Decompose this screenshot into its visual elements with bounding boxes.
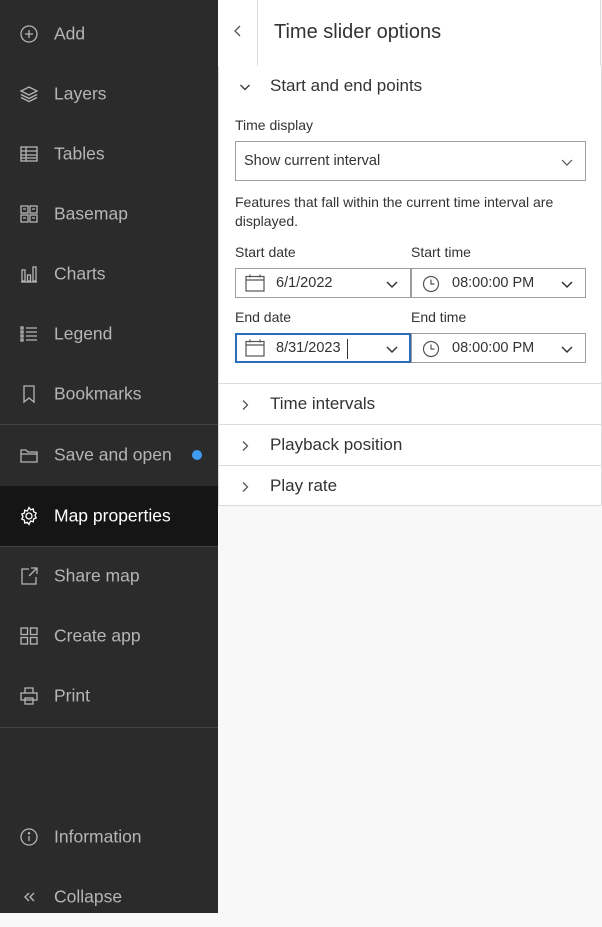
time-display-description: Features that fall within the current ti… bbox=[235, 194, 554, 229]
plus-circle-icon bbox=[19, 24, 39, 44]
sidebar-item-label: Print bbox=[54, 685, 90, 706]
sidebar-item-label: Bookmarks bbox=[54, 383, 142, 404]
sidebar-item-legend[interactable]: Legend bbox=[0, 304, 218, 364]
clock-icon bbox=[422, 340, 440, 363]
section-start-and-end-points[interactable]: Start and end points bbox=[219, 66, 601, 106]
end-time-label: End time bbox=[411, 309, 467, 325]
basemap-icon bbox=[19, 204, 39, 224]
sidebar-item-save-and-open[interactable]: Save and open bbox=[0, 425, 218, 485]
sidebar-item-label: Create app bbox=[54, 625, 141, 646]
sidebar-item-label: Charts bbox=[54, 263, 106, 284]
end-date-label: End date bbox=[235, 309, 292, 325]
printer-icon bbox=[19, 686, 39, 706]
time-slider-options-panel: Time slider options Start and end points… bbox=[218, 0, 602, 913]
chevron-right-icon bbox=[239, 480, 251, 492]
sidebar-divider bbox=[0, 727, 218, 728]
chevron-left-icon bbox=[232, 24, 244, 43]
sidebar-item-bookmarks[interactable]: Bookmarks bbox=[0, 364, 218, 424]
sidebar-item-charts[interactable]: Charts bbox=[0, 244, 218, 304]
sidebar-item-share-map[interactable]: Share map bbox=[0, 546, 218, 606]
start-time-value: 08:00:00 PM bbox=[452, 275, 535, 291]
sidebar-item-tables[interactable]: Tables bbox=[0, 124, 218, 184]
calendar-icon bbox=[245, 339, 265, 362]
folder-icon bbox=[19, 445, 39, 465]
time-display-value: Show current interval bbox=[244, 153, 381, 169]
panel-title: Time slider options bbox=[274, 21, 442, 43]
end-time-input[interactable]: 08:00:00 PM bbox=[411, 333, 586, 363]
section-title: Play rate bbox=[270, 476, 338, 495]
sidebar-item-label: Collapse bbox=[54, 886, 123, 907]
sidebar-item-print[interactable]: Print bbox=[0, 666, 218, 726]
sidebar-item-label: Information bbox=[54, 826, 142, 847]
section-playback-position[interactable]: Playback position bbox=[219, 425, 601, 465]
chevron-right-icon bbox=[239, 439, 251, 451]
grid-icon bbox=[19, 626, 39, 646]
section-time-intervals[interactable]: Time intervals bbox=[219, 384, 601, 424]
chevron-right-icon bbox=[239, 398, 251, 410]
end-date-input[interactable]: 8/31/2023 bbox=[235, 333, 411, 363]
text-cursor bbox=[347, 339, 348, 359]
bookmark-icon bbox=[19, 384, 39, 404]
section-play-rate[interactable]: Play rate bbox=[219, 466, 601, 506]
back-button[interactable] bbox=[218, 0, 258, 66]
start-date-input[interactable]: 6/1/2022 bbox=[235, 268, 411, 298]
time-display-select[interactable]: Show current interval bbox=[235, 141, 586, 181]
section-title: Playback position bbox=[270, 435, 403, 454]
layers-icon bbox=[19, 84, 39, 104]
calendar-icon bbox=[245, 274, 265, 297]
start-time-label: Start time bbox=[411, 244, 471, 260]
end-date-value: 8/31/2023 bbox=[276, 340, 341, 356]
info-icon bbox=[19, 827, 39, 847]
start-date-value: 6/1/2022 bbox=[276, 275, 333, 291]
sidebar-item-label: Save and open bbox=[54, 444, 172, 465]
chevron-down-icon bbox=[561, 277, 573, 289]
clock-icon bbox=[422, 275, 440, 298]
time-display-label: Time display bbox=[235, 117, 314, 133]
chevron-down-icon bbox=[561, 155, 573, 167]
double-chevron-left-icon bbox=[19, 887, 39, 907]
table-icon bbox=[19, 144, 39, 164]
section-title: Time intervals bbox=[270, 394, 376, 413]
sidebar-item-layers[interactable]: Layers bbox=[0, 64, 218, 124]
start-time-input[interactable]: 08:00:00 PM bbox=[411, 268, 586, 298]
sidebar-item-add[interactable]: Add bbox=[0, 4, 218, 64]
unsaved-indicator-dot bbox=[192, 450, 202, 460]
start-date-label: Start date bbox=[235, 244, 296, 260]
sidebar-item-create-app[interactable]: Create app bbox=[0, 606, 218, 666]
section-title: Start and end points bbox=[270, 76, 423, 95]
sidebar-item-label: Map properties bbox=[54, 505, 171, 526]
panel-header: Time slider options bbox=[218, 0, 601, 67]
chevron-down-icon bbox=[386, 342, 398, 354]
sidebar-item-label: Add bbox=[54, 23, 86, 44]
chevron-down-icon bbox=[561, 342, 573, 354]
end-time-value: 08:00:00 PM bbox=[452, 340, 535, 356]
sidebar-collapse-button[interactable]: Collapse bbox=[0, 867, 218, 927]
chart-icon bbox=[19, 264, 39, 284]
share-icon bbox=[19, 566, 39, 586]
sidebar-item-label: Layers bbox=[54, 83, 107, 104]
chevron-down-icon bbox=[239, 80, 251, 92]
sidebar-item-basemap[interactable]: Basemap bbox=[0, 184, 218, 244]
sidebar-item-label: Legend bbox=[54, 323, 113, 344]
legend-icon bbox=[19, 324, 39, 344]
chevron-down-icon bbox=[386, 277, 398, 289]
gear-icon bbox=[19, 506, 39, 526]
sidebar: Add Layers Tables Basemap Charts Legend bbox=[0, 0, 218, 913]
sidebar-item-information[interactable]: Information bbox=[0, 807, 218, 867]
sidebar-item-label: Tables bbox=[54, 143, 105, 164]
panel-content: Start and end points Time display Show c… bbox=[218, 66, 602, 506]
sidebar-item-label: Share map bbox=[54, 565, 140, 586]
sidebar-item-label: Basemap bbox=[54, 203, 128, 224]
sidebar-item-map-properties[interactable]: Map properties bbox=[0, 486, 218, 546]
